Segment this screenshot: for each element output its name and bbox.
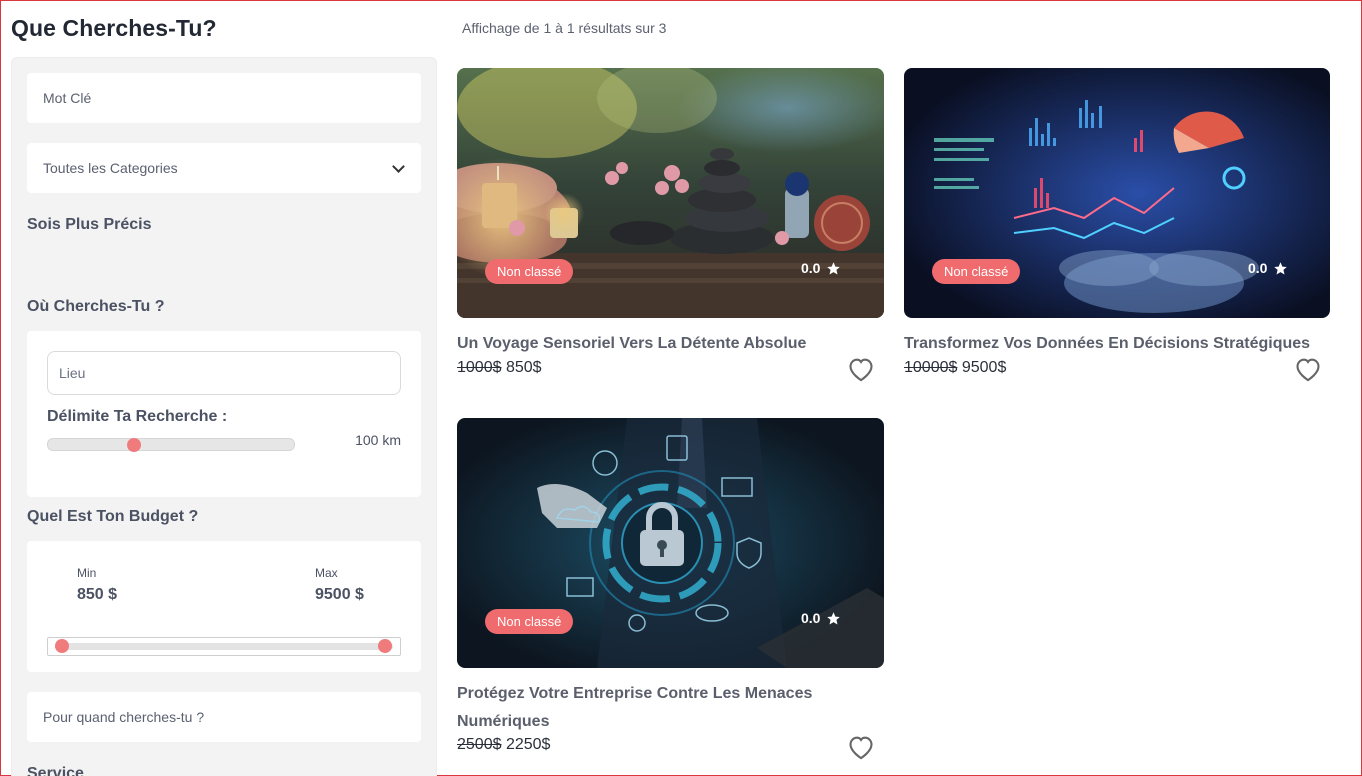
- current-price: 2250$: [505, 736, 551, 753]
- date-placeholder: Pour quand cherches-tu ?: [43, 709, 205, 725]
- budget-max-value: 9500 $: [315, 586, 364, 603]
- radius-value: 100 km: [355, 432, 401, 448]
- listing-title[interactable]: Protégez Votre Entreprise Contre Les Men…: [457, 680, 847, 736]
- service-title: Service: [27, 765, 84, 776]
- current-price: 850$: [505, 359, 542, 376]
- location-placeholder: Lieu: [59, 365, 86, 381]
- old-price: 10000$: [904, 359, 958, 376]
- location-panel: Lieu Délimite Ta Recherche : 100 km: [27, 331, 421, 497]
- budget-min-label: Min: [77, 566, 97, 580]
- old-price: 2500$: [457, 736, 502, 753]
- page-title: Que Cherches-Tu?: [11, 15, 217, 41]
- category-select-value: Toutes les Categories: [43, 160, 178, 176]
- keyword-placeholder: Mot Clé: [43, 90, 92, 106]
- budget-max-label: Max: [315, 566, 338, 580]
- current-price: 9500$: [961, 359, 1007, 376]
- location-input[interactable]: Lieu: [47, 351, 401, 395]
- radius-slider-handle[interactable]: [126, 438, 141, 452]
- results-count: Affichage de 1 à 1 résultats sur 3: [462, 20, 667, 36]
- heart-icon[interactable]: [1294, 356, 1322, 382]
- keyword-input[interactable]: Mot Clé: [27, 73, 421, 123]
- precise-title: Sois Plus Précis: [27, 216, 152, 233]
- rating-value: 0.0: [801, 260, 821, 276]
- star-icon: [827, 611, 841, 624]
- listing-price: 1000$ 850$: [457, 359, 542, 377]
- category-badge: Non classé: [485, 609, 574, 634]
- chevron-down-icon: [392, 160, 405, 173]
- heart-icon[interactable]: [847, 356, 875, 382]
- heart-icon[interactable]: [847, 734, 875, 760]
- radius-title: Délimite Ta Recherche :: [47, 408, 228, 425]
- listing-price: 10000$ 9500$: [904, 359, 1006, 377]
- rating-value: 0.0: [801, 610, 821, 626]
- listing-card[interactable]: Non classé 0.0 Un Voyage Sensoriel Vers …: [457, 68, 884, 388]
- rating: 0.0: [1248, 260, 1288, 276]
- rating: 0.0: [801, 610, 841, 626]
- budget-panel: Min 850 $ Max 9500 $: [27, 541, 421, 672]
- budget-min-value: 850 $: [77, 586, 118, 603]
- radius-slider-track[interactable]: [47, 438, 295, 451]
- budget-max-handle[interactable]: [378, 639, 392, 653]
- listing-title[interactable]: Transformez Vos Données En Décisions Str…: [904, 330, 1324, 358]
- category-select[interactable]: Toutes les Categories: [27, 143, 421, 193]
- category-badge: Non classé: [485, 259, 574, 284]
- rating: 0.0: [801, 260, 841, 276]
- rating-value: 0.0: [1248, 260, 1268, 276]
- where-title: Où Cherches-Tu ?: [27, 298, 165, 315]
- listing-title[interactable]: Un Voyage Sensoriel Vers La Détente Abso…: [457, 330, 877, 358]
- star-icon: [1274, 261, 1288, 274]
- budget-min-handle[interactable]: [55, 639, 69, 653]
- star-icon: [827, 261, 841, 274]
- date-input[interactable]: Pour quand cherches-tu ?: [27, 692, 421, 742]
- category-badge: Non classé: [932, 259, 1021, 284]
- listing-price: 2500$ 2250$: [457, 736, 550, 754]
- budget-title: Quel Est Ton Budget ?: [27, 508, 199, 525]
- listing-card[interactable]: Non classé 0.0 Protégez Votre Entreprise…: [457, 418, 884, 776]
- old-price: 1000$: [457, 359, 502, 376]
- listing-card[interactable]: Non classé 0.0 Transformez Vos Données E…: [904, 68, 1330, 388]
- budget-slider-track[interactable]: [55, 643, 393, 650]
